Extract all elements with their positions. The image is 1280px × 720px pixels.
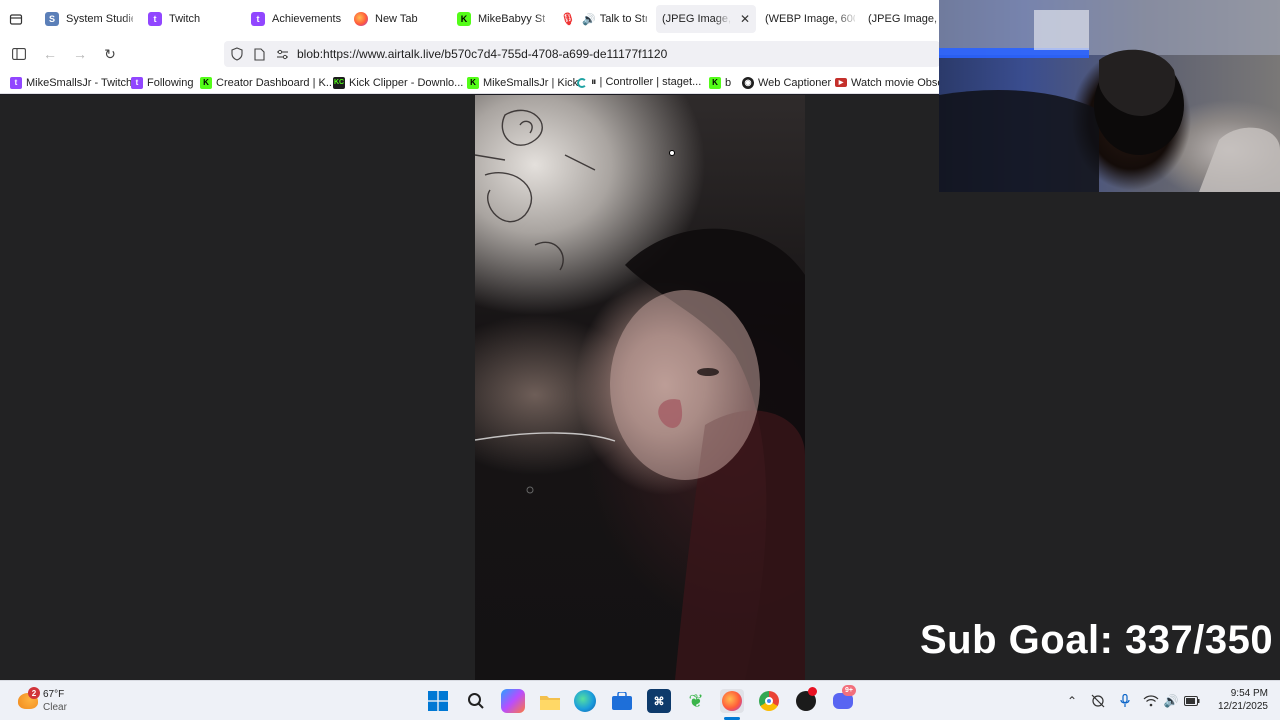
- bookmark-label: Watch movie Obses: [851, 76, 950, 89]
- tab-system-studies[interactable]: S System Studies: [45, 5, 133, 33]
- discord-icon[interactable]: 9+: [831, 685, 856, 713]
- tab-webp-image[interactable]: (WEBP Image, 600: [765, 5, 855, 33]
- tab-label: Talk to Stra: [599, 13, 647, 25]
- kick-icon: K: [709, 76, 721, 89]
- windows-taskbar: 2 67°F Clear ⌘ ❦ 9+ ⌃ 🔊 9:54 PM 12/21/20…: [0, 680, 1280, 720]
- system-studies-icon: S: [45, 12, 59, 26]
- file-explorer-icon[interactable]: [538, 689, 562, 713]
- weather-description: Clear: [43, 702, 67, 713]
- search-icon[interactable]: [464, 689, 488, 713]
- tab-talk-to-stranger[interactable]: 🎙 🔊 Talk to Stra: [561, 5, 647, 33]
- page-icon[interactable]: [249, 44, 269, 64]
- tab-label: Achievements: [272, 13, 341, 25]
- twitch-icon: t: [10, 76, 22, 89]
- bookmark-label: b: [725, 76, 732, 89]
- tab-label: (JPEG Image, 75: [868, 13, 940, 25]
- bookmark-label: Following: [147, 76, 194, 89]
- kick-clipper-icon: KC: [333, 76, 345, 89]
- app-icon[interactable]: ⌘: [647, 689, 671, 713]
- firefox-icon: [354, 12, 368, 26]
- firefox-taskbar-icon[interactable]: [720, 689, 744, 713]
- kick-icon: K: [457, 12, 471, 26]
- firefox-icon: [722, 691, 742, 711]
- github-icon: ◉: [742, 76, 754, 89]
- wifi-icon[interactable]: [1143, 693, 1159, 709]
- youtube-icon: ▶: [835, 78, 847, 87]
- tab-label: (WEBP Image, 600: [765, 13, 855, 25]
- tab-jpeg-image[interactable]: (JPEG Image, 75: [868, 5, 940, 33]
- url-bar[interactable]: blob:https://www.airtalk.live/b570c7d4-7…: [224, 41, 940, 67]
- chrome-icon[interactable]: [757, 689, 781, 713]
- url-text[interactable]: blob:https://www.airtalk.live/b570c7d4-7…: [297, 47, 667, 61]
- speaker-icon[interactable]: 🔊: [582, 13, 596, 26]
- loading-icon: [577, 77, 587, 88]
- back-arrow-icon[interactable]: ←: [40, 44, 60, 64]
- bookmark-label: ⏸ | Controller | staget...: [591, 76, 702, 88]
- tab-label: New Tab: [375, 13, 418, 25]
- webcam-illustration: [939, 0, 1280, 192]
- microphone-icon[interactable]: [1117, 693, 1133, 709]
- permissions-icon[interactable]: [272, 44, 292, 64]
- tab-twitch[interactable]: t Twitch: [148, 5, 228, 33]
- edge-icon[interactable]: [574, 690, 596, 712]
- bookmark-mikesmallsjr-twitch[interactable]: t MikeSmallsJr - Twitch: [10, 75, 132, 90]
- tab-achievements[interactable]: t Achievements: [251, 5, 341, 33]
- twitch-icon: t: [251, 12, 265, 26]
- close-tab-icon[interactable]: ✕: [740, 12, 750, 26]
- discord-badge: 9+: [842, 685, 856, 696]
- bookmark-kick-clipper[interactable]: KC Kick Clipper - Downlo...: [333, 75, 463, 90]
- battery-icon[interactable]: [1184, 693, 1200, 709]
- tab-jpeg-image-active[interactable]: (JPEG Image, 12 ✕: [656, 5, 756, 33]
- twitch-icon: t: [131, 76, 143, 89]
- chevron-up-icon[interactable]: ⌃: [1064, 693, 1080, 709]
- bookmark-following[interactable]: t Following: [131, 75, 193, 90]
- twitch-icon: t: [148, 12, 162, 26]
- tab-label: (JPEG Image, 12: [662, 13, 732, 25]
- viewed-image[interactable]: [475, 95, 805, 680]
- bookmark-label: MikeSmallsJr | Kick: [483, 76, 579, 89]
- bookmark-label: MikeSmallsJr - Twitch: [26, 76, 133, 89]
- sidebar-toggle-icon[interactable]: [9, 44, 29, 64]
- weather-badge: 2: [28, 687, 40, 699]
- tab-label: MikeBabyy Stre: [478, 13, 545, 25]
- bookmark-label: Web Captioner: [758, 76, 832, 89]
- kick-icon: K: [467, 76, 479, 89]
- photo-illustration: [475, 109, 805, 680]
- tab-label: System Studies: [66, 13, 133, 25]
- bookmark-mikesmallsjr-kick[interactable]: K MikeSmallsJr | Kick: [467, 75, 578, 90]
- sub-goal-overlay: Sub Goal: 337/350: [920, 618, 1274, 662]
- clock-time[interactable]: 9:54 PM: [1212, 688, 1268, 699]
- copilot-icon[interactable]: [501, 689, 525, 713]
- app-dark-icon[interactable]: [794, 687, 818, 713]
- tab-mikebabyy-stream[interactable]: K MikeBabyy Stre: [457, 5, 545, 33]
- bookmark-web-captioner[interactable]: ◉ Web Captioner: [742, 75, 831, 90]
- bookmark-controller-stageten[interactable]: ⏸ | Controller | staget...: [577, 75, 701, 90]
- bookmark-label: Kick Clipper - Downlo...: [349, 76, 464, 89]
- bookmark-b[interactable]: K b: [709, 75, 731, 90]
- weather-temperature: 67°F: [43, 689, 65, 700]
- notification-dot: [808, 687, 817, 696]
- tab-list-icon[interactable]: [6, 9, 26, 29]
- reload-icon[interactable]: ↻: [100, 44, 120, 64]
- forward-arrow-icon[interactable]: →: [70, 44, 90, 64]
- microsoft-store-icon[interactable]: [610, 689, 634, 713]
- weather-widget[interactable]: 2 67°F Clear: [16, 687, 96, 715]
- clock-date[interactable]: 12/21/2025: [1206, 701, 1268, 712]
- bookmark-watch-movie[interactable]: ▶ Watch movie Obses: [835, 75, 949, 90]
- shield-icon[interactable]: [227, 44, 247, 64]
- streamer-webcam: [939, 0, 1280, 192]
- app-leaf-icon[interactable]: ❦: [684, 689, 708, 713]
- volume-icon[interactable]: 🔊: [1163, 693, 1179, 709]
- tab-label: Twitch: [169, 13, 201, 25]
- tab-new-tab[interactable]: New Tab: [354, 5, 434, 33]
- microphone-icon: 🎙: [561, 12, 576, 26]
- bookmark-label: Creator Dashboard | K...: [216, 76, 336, 89]
- windows-start-icon[interactable]: [426, 689, 450, 713]
- bookmark-creator-dashboard[interactable]: K Creator Dashboard | K...: [200, 75, 335, 90]
- kick-icon: K: [200, 76, 212, 89]
- sync-off-icon[interactable]: [1090, 693, 1106, 709]
